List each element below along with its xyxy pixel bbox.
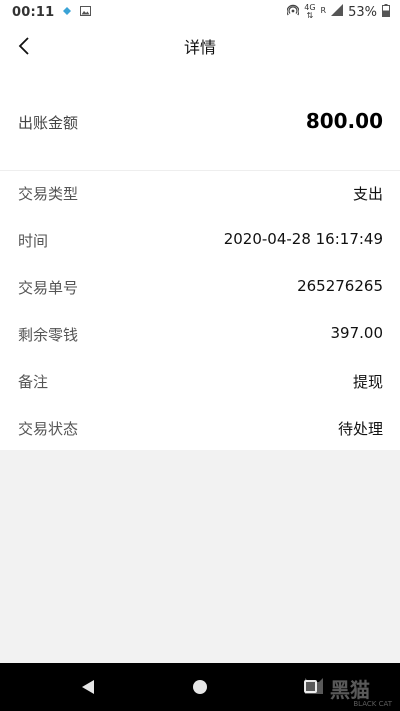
page-title: 详情 xyxy=(183,38,216,57)
detail-value: 提现 xyxy=(352,373,383,391)
amount-row: 出账金额 800.00 xyxy=(0,72,400,171)
triangle-back-icon xyxy=(80,680,96,699)
detail-value: 2020-04-28 16:17:49 xyxy=(223,230,383,248)
detail-value: 397.00 xyxy=(330,324,384,342)
detail-label: 交易单号 xyxy=(18,279,79,297)
status-time: 00:11 xyxy=(12,4,55,20)
amount-label: 出账金额 xyxy=(18,114,79,132)
detail-label: 交易类型 xyxy=(18,185,79,203)
app-notification-icon xyxy=(62,5,72,20)
detail-value: 支出 xyxy=(352,185,383,203)
watermark-text: 黑猫 xyxy=(330,677,370,702)
detail-card: 出账金额 800.00 交易类型 支出 时间 2020-04-28 16:17:… xyxy=(0,72,400,450)
watermark-subtext: BLACK CAT xyxy=(353,700,392,708)
detail-label: 时间 xyxy=(18,232,49,250)
detail-row-transaction-id: 交易单号 265276265 xyxy=(0,264,400,311)
detail-row-status: 交易状态 待处理 xyxy=(0,405,400,452)
signal-icon xyxy=(331,4,344,20)
detail-label: 交易状态 xyxy=(18,420,79,438)
detail-label: 备注 xyxy=(18,373,49,391)
battery-icon xyxy=(382,3,390,21)
detail-label: 剩余零钱 xyxy=(18,326,79,344)
nav-back-button[interactable] xyxy=(80,679,96,695)
network-type: 4G ⇅ xyxy=(304,3,316,20)
app-bar: 详情 xyxy=(0,24,400,72)
detail-row-note: 备注 提现 xyxy=(0,358,400,405)
roaming-indicator: R xyxy=(320,5,327,15)
battery-percentage: 53% xyxy=(348,4,377,20)
detail-row-balance: 剩余零钱 397.00 xyxy=(0,311,400,358)
detail-row-type: 交易类型 支出 xyxy=(0,170,400,217)
cat-logo-icon xyxy=(302,674,326,702)
detail-list: 交易类型 支出 时间 2020-04-28 16:17:49 交易单号 2652… xyxy=(0,170,400,452)
detail-value: 265276265 xyxy=(297,277,383,295)
image-notification-icon xyxy=(80,5,92,20)
status-bar: 00:11 4G ⇅ R 53% xyxy=(0,0,400,24)
hotspot-icon xyxy=(286,4,300,20)
nav-home-button[interactable] xyxy=(193,680,207,694)
detail-value: 待处理 xyxy=(337,420,383,438)
detail-row-time: 时间 2020-04-28 16:17:49 xyxy=(0,217,400,264)
amount-value: 800.00 xyxy=(305,109,383,133)
watermark-logo: 黑猫 BLACK CAT xyxy=(302,668,394,708)
